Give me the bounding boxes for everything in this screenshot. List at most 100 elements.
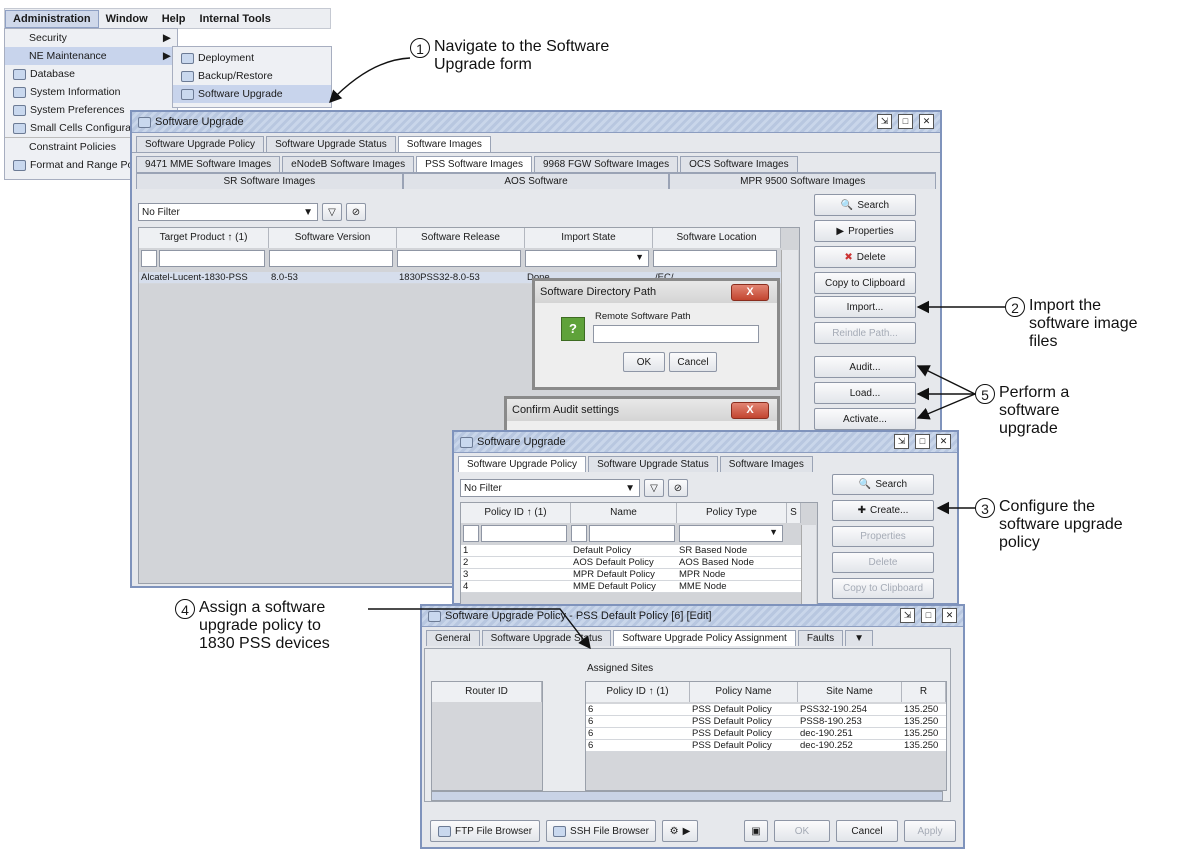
filter-cell[interactable]: [481, 525, 567, 542]
tab-software-upgrade-status[interactable]: Software Upgrade Status: [266, 136, 396, 152]
menu-item-database[interactable]: Database: [5, 65, 177, 83]
tab-software-upgrade-policy[interactable]: Software Upgrade Policy: [136, 136, 265, 152]
close-icon[interactable]: ✕: [942, 608, 957, 623]
filter-cell[interactable]: [397, 250, 521, 267]
close-icon[interactable]: ✕: [919, 114, 934, 129]
delete-button[interactable]: Delete: [832, 552, 934, 573]
close-icon[interactable]: ✕: [936, 434, 951, 449]
restore-icon[interactable]: ⇲: [894, 434, 909, 449]
search-button[interactable]: 🔍 Search: [832, 474, 934, 495]
table-row[interactable]: 4 MME Default Policy MME Node: [461, 581, 801, 593]
copy-clipboard-button[interactable]: Copy to Clipboard: [832, 578, 934, 599]
table-row[interactable]: 1 Default Policy SR Based Node: [461, 545, 801, 557]
filter-cell[interactable]: ▼: [679, 525, 783, 542]
filter-cell[interactable]: [269, 250, 393, 267]
filter-select[interactable]: No Filter ▼: [460, 479, 640, 497]
clear-filter-icon[interactable]: ⊘: [668, 479, 688, 497]
col-router-id[interactable]: Router ID: [432, 682, 542, 702]
search-button[interactable]: 🔍 Search: [814, 194, 916, 216]
tab-upgrade-status[interactable]: Software Upgrade Status: [481, 630, 612, 646]
menu-item-software-upgrade[interactable]: Software Upgrade: [173, 85, 331, 103]
table-row[interactable]: 6 PSS Default Policy dec-190.251 135.250: [586, 728, 946, 740]
maximize-icon[interactable]: □: [898, 114, 913, 129]
col-target-product[interactable]: Target Product ↑ (1): [139, 228, 269, 248]
audit-button[interactable]: Audit...: [814, 356, 916, 378]
col-software-location[interactable]: Software Location: [653, 228, 781, 248]
import-button[interactable]: Import...: [814, 296, 916, 318]
menu-help[interactable]: Help: [155, 11, 193, 27]
tab-enodeb[interactable]: eNodeB Software Images: [282, 156, 415, 172]
restore-icon[interactable]: ⇲: [900, 608, 915, 623]
col-site-name[interactable]: Site Name: [798, 682, 902, 702]
table-row[interactable]: 6 PSS Default Policy PSS8-190.253 135.250: [586, 716, 946, 728]
more-actions-button[interactable]: ⚙ ▶: [662, 820, 698, 842]
filter-cell[interactable]: [653, 250, 777, 267]
more-tabs-icon[interactable]: ▼: [845, 630, 873, 646]
tab-faults[interactable]: Faults: [797, 630, 844, 646]
col-policy-id[interactable]: Policy ID ↑ (1): [586, 682, 690, 702]
col-name[interactable]: Name: [571, 503, 677, 523]
col-software-version[interactable]: Software Version: [269, 228, 397, 248]
tab-sr-images[interactable]: SR Software Images: [136, 173, 403, 189]
load-button[interactable]: Load...: [814, 382, 916, 404]
filter-cell[interactable]: [141, 250, 157, 267]
tab-9968-fgw[interactable]: 9968 FGW Software Images: [533, 156, 679, 172]
menu-item-ne-maintenance[interactable]: NE Maintenance ▶: [5, 47, 177, 65]
clear-filter-icon[interactable]: ⊘: [346, 203, 366, 221]
tab-software-images[interactable]: Software Images: [397, 136, 491, 152]
table-row[interactable]: 3 MPR Default Policy MPR Node: [461, 569, 801, 581]
tab-software-upgrade-policy[interactable]: Software Upgrade Policy: [458, 456, 587, 472]
cancel-button[interactable]: Cancel: [836, 820, 898, 842]
horizontal-scrollbar[interactable]: [431, 791, 943, 801]
table-row[interactable]: 2 AOS Default Policy AOS Based Node: [461, 557, 801, 569]
table-scrollbar[interactable]: [801, 525, 816, 605]
ftp-file-browser-button[interactable]: FTP File Browser: [430, 820, 540, 842]
activate-button[interactable]: Activate...: [814, 408, 916, 430]
col-policy-name[interactable]: Policy Name: [690, 682, 798, 702]
delete-button[interactable]: ✖ Delete: [814, 246, 916, 268]
restore-icon[interactable]: ⇲: [877, 114, 892, 129]
ok-button[interactable]: OK: [774, 820, 830, 842]
filter-icon[interactable]: ▽: [644, 479, 664, 497]
col-r[interactable]: R: [902, 682, 946, 702]
filter-icon[interactable]: ▽: [322, 203, 342, 221]
ok-button[interactable]: OK: [623, 352, 665, 372]
apply-button[interactable]: Apply: [904, 820, 956, 842]
tab-pss-images[interactable]: PSS Software Images: [416, 156, 532, 172]
menu-internal-tools[interactable]: Internal Tools: [193, 11, 278, 27]
tab-general[interactable]: General: [426, 630, 480, 646]
close-icon[interactable]: X: [731, 284, 769, 301]
tab-software-images[interactable]: Software Images: [719, 456, 813, 472]
filter-cell[interactable]: [589, 525, 675, 542]
tab-9471-mme[interactable]: 9471 MME Software Images: [136, 156, 281, 172]
cancel-button[interactable]: Cancel: [669, 352, 717, 372]
tab-mpr-9500[interactable]: MPR 9500 Software Images: [669, 173, 937, 189]
col-import-state[interactable]: Import State: [525, 228, 653, 248]
col-policy-type[interactable]: Policy Type: [677, 503, 787, 523]
remote-path-input[interactable]: [593, 325, 759, 343]
col-s[interactable]: S: [787, 503, 801, 523]
maximize-icon[interactable]: □: [915, 434, 930, 449]
reindle-path-button[interactable]: Reindle Path...: [814, 322, 916, 344]
menu-window[interactable]: Window: [99, 11, 155, 27]
maximize-icon[interactable]: □: [921, 608, 936, 623]
menu-item-backup-restore[interactable]: Backup/Restore: [173, 67, 331, 85]
tab-software-upgrade-status[interactable]: Software Upgrade Status: [588, 456, 718, 472]
save-icon[interactable]: ▣: [744, 820, 768, 842]
tab-policy-assignment[interactable]: Software Upgrade Policy Assignment: [613, 630, 796, 646]
filter-select[interactable]: No Filter ▼: [138, 203, 318, 221]
filter-cell[interactable]: [571, 525, 587, 542]
copy-clipboard-button[interactable]: Copy to Clipboard: [814, 272, 916, 294]
menu-item-security[interactable]: Security ▶: [5, 29, 177, 47]
create-button[interactable]: ✚ Create...: [832, 500, 934, 521]
table-row[interactable]: 6 PSS Default Policy PSS32-190.254 135.250: [586, 704, 946, 716]
table-row[interactable]: 6 PSS Default Policy dec-190.252 135.250: [586, 740, 946, 752]
ssh-file-browser-button[interactable]: SSH File Browser: [546, 820, 656, 842]
menu-item-system-information[interactable]: System Information: [5, 83, 177, 101]
filter-cell[interactable]: ▼: [525, 250, 649, 267]
properties-button[interactable]: ▶ Properties: [814, 220, 916, 242]
menu-item-deployment[interactable]: Deployment: [173, 49, 331, 67]
col-policy-id[interactable]: Policy ID ↑ (1): [461, 503, 571, 523]
close-icon[interactable]: X: [731, 402, 769, 419]
tab-aos-software[interactable]: AOS Software: [402, 173, 670, 189]
